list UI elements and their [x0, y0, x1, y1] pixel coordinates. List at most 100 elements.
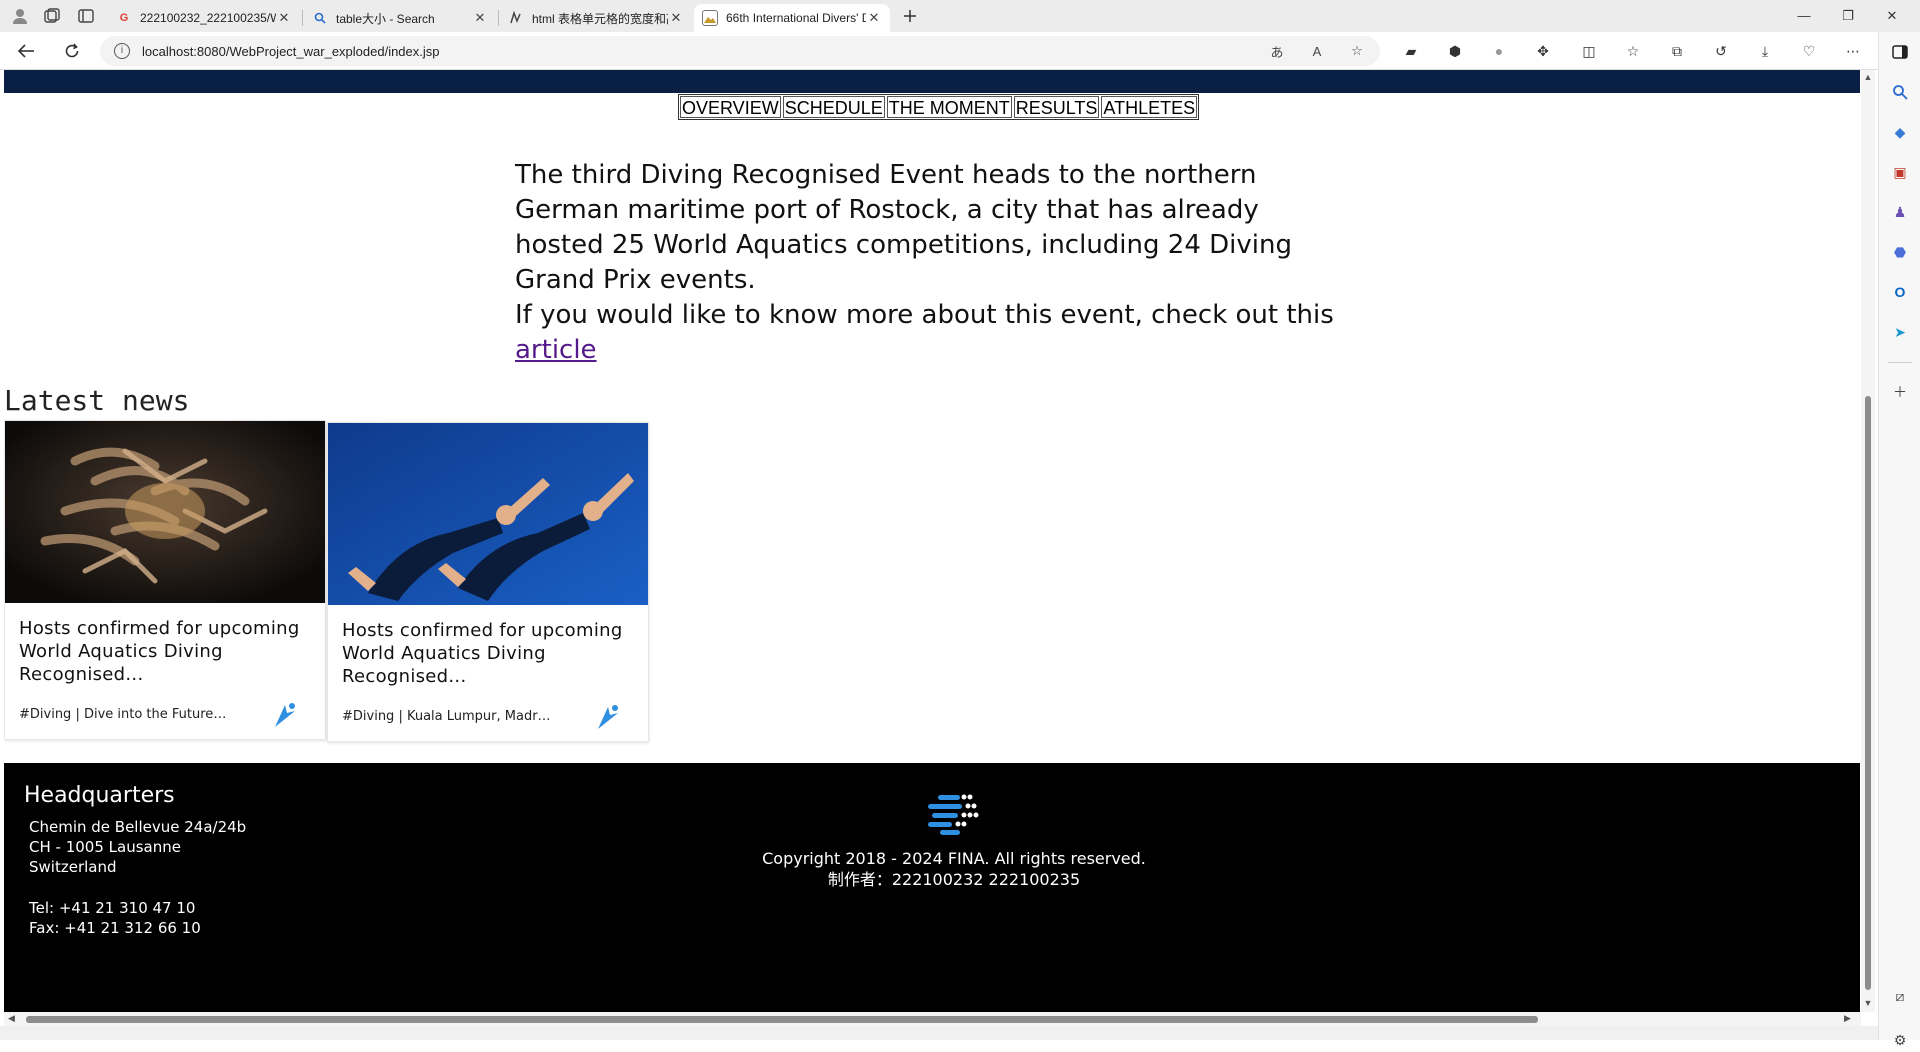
fax: Fax: +41 21 312 66 10: [29, 919, 201, 937]
synchronized-divers-photo: [328, 423, 648, 605]
performance-icon[interactable]: ♡: [1798, 40, 1820, 62]
news-headline[interactable]: Hosts confirmed for upcoming World Aquat…: [19, 617, 315, 686]
page-icon: [702, 10, 718, 26]
settings-gear-icon[interactable]: ⚙: [1888, 1028, 1912, 1052]
news-headline[interactable]: Hosts confirmed for upcoming World Aquat…: [342, 619, 638, 688]
restore-icon[interactable]: ❐: [1826, 4, 1870, 28]
extension-shield-icon[interactable]: ⬢: [1444, 40, 1466, 62]
copilot-icon[interactable]: ⬣: [1888, 240, 1912, 264]
close-tab-icon[interactable]: ✕: [276, 10, 292, 26]
intro-more: If you would like to know more about thi…: [515, 298, 1345, 368]
nav-schedule[interactable]: SCHEDULE: [782, 96, 885, 118]
games-icon[interactable]: ♟: [1888, 200, 1912, 224]
extension-circle-icon[interactable]: ●: [1488, 40, 1510, 62]
url-text: localhost:8080/WebProject_war_exploded/i…: [142, 43, 440, 59]
tab-title: html 表格单元格的宽度和高度的: [532, 11, 668, 26]
tab-title: table大小 - Search: [336, 11, 435, 26]
headquarters-address: Chemin de Bellevue 24a/24b CH - 1005 Lau…: [29, 817, 246, 877]
tab-2[interactable]: table大小 - Search ✕: [304, 4, 496, 32]
tab-4-active[interactable]: 66th International Divers' Day Ro ✕: [694, 4, 890, 32]
more-menu-icon[interactable]: ⋯: [1842, 40, 1864, 62]
nav-overview[interactable]: OVERVIEW: [680, 96, 781, 118]
split-screen-icon[interactable]: ◫: [1578, 40, 1600, 62]
shopping-tag-icon[interactable]: ◆: [1888, 120, 1912, 144]
headquarters-title: Headquarters: [24, 783, 175, 808]
header-band: [4, 70, 1860, 93]
copyright-block: Copyright 2018 - 2024 FINA. All rights r…: [694, 848, 1214, 890]
section-nav-table: OVERVIEW SCHEDULE THE MOMENT RESULTS ATH…: [678, 94, 1200, 120]
nav-the-moment[interactable]: THE MOMENT: [886, 96, 1012, 118]
tab-1[interactable]: G 222100232_222100235/WebProj ✕: [108, 4, 300, 32]
collections-icon[interactable]: ⧉: [1666, 40, 1688, 62]
scroll-down-icon[interactable]: ▼: [1863, 998, 1873, 1008]
refresh-icon[interactable]: [58, 38, 86, 64]
page-viewport: OVERVIEW SCHEDULE THE MOMENT RESULTS ATH…: [4, 70, 1860, 1012]
search-icon: [312, 10, 328, 26]
intro-more-text: If you would like to know more about thi…: [515, 300, 1334, 330]
sidebar-toggle-icon[interactable]: [1888, 40, 1912, 64]
web-icon: [508, 10, 524, 26]
tab-3[interactable]: html 表格单元格的宽度和高度的 ✕: [500, 4, 692, 32]
new-tab-icon[interactable]: [898, 5, 922, 27]
downloads-icon[interactable]: ⤓: [1754, 40, 1776, 62]
authors-text: 制作者：222100232 222100235: [827, 870, 1081, 889]
site-info-icon[interactable]: i: [114, 43, 130, 59]
tab-title: 66th International Divers' Day Ro: [726, 11, 866, 25]
contact-info: Tel: +41 21 310 47 10 Fax: +41 21 312 66…: [29, 898, 201, 938]
news-tags: #Diving | Dive into the Future: ...: [19, 707, 229, 722]
event-intro: The third Diving Recognised Event heads …: [515, 158, 1345, 368]
site-footer: Headquarters Chemin de Bellevue 24a/24b …: [4, 763, 1860, 1012]
profile-icon[interactable]: [8, 5, 32, 27]
screen-capture-icon[interactable]: ⧄: [1888, 984, 1912, 1008]
close-tab-icon[interactable]: ✕: [668, 10, 684, 26]
nav-athletes[interactable]: ATHLETES: [1101, 96, 1198, 118]
world-aquatics-logo-icon: [592, 701, 622, 731]
back-icon[interactable]: [12, 38, 40, 64]
browser-tab-bar: G 222100232_222100235/WebProj ✕ table大小 …: [0, 0, 1920, 32]
fina-logo-icon: [926, 791, 980, 835]
horizontal-scrollbar[interactable]: ◀ ▶: [4, 1012, 1861, 1026]
window-bottom-edge: [0, 1026, 1878, 1040]
minimize-icon[interactable]: —: [1782, 4, 1826, 28]
url-field[interactable]: i localhost:8080/WebProject_war_exploded…: [100, 36, 1380, 66]
extensions-puzzle-icon[interactable]: ✥: [1532, 40, 1554, 62]
close-tab-icon[interactable]: ✕: [866, 10, 882, 26]
vertical-scroll-thumb[interactable]: [1865, 396, 1871, 990]
news-card[interactable]: Hosts confirmed for upcoming World Aquat…: [4, 420, 326, 740]
vertical-scrollbar[interactable]: ▲ ▼: [1861, 70, 1875, 1012]
scroll-up-icon[interactable]: ▲: [1863, 72, 1873, 82]
google-g-icon: G: [119, 12, 129, 24]
favorites-icon[interactable]: ☆: [1622, 40, 1644, 62]
extension-panel-icon[interactable]: ▰: [1400, 40, 1422, 62]
horizontal-scroll-thumb[interactable]: [26, 1016, 1538, 1023]
add-sidebar-app-icon[interactable]: ＋: [1888, 380, 1912, 404]
address-line: CH - 1005 Lausanne: [29, 838, 181, 856]
history-icon[interactable]: ↺: [1710, 40, 1732, 62]
intro-paragraph: The third Diving Recognised Event heads …: [515, 160, 1292, 295]
send-icon[interactable]: ➤: [1888, 320, 1912, 344]
favorite-star-icon[interactable]: ☆: [1346, 40, 1368, 62]
outlook-icon[interactable]: O: [1888, 280, 1912, 304]
address-line: Chemin de Bellevue 24a/24b: [29, 818, 247, 836]
tab-separator: [302, 10, 303, 26]
news-tags: #Diving | Kuala Lumpur, Madri...: [342, 709, 552, 724]
copyright-text: Copyright 2018 - 2024 FINA. All rights r…: [762, 849, 1146, 868]
nav-results[interactable]: RESULTS: [1013, 96, 1100, 118]
workspaces-icon[interactable]: [40, 5, 64, 27]
tools-briefcase-icon[interactable]: ▣: [1888, 160, 1912, 184]
address-bar-row: i localhost:8080/WebProject_war_exploded…: [0, 32, 1920, 70]
scroll-left-icon[interactable]: ◀: [8, 1013, 15, 1024]
diver-multi-exposure-photo: [5, 421, 325, 603]
close-tab-icon[interactable]: ✕: [472, 10, 488, 26]
article-link[interactable]: article: [515, 335, 597, 365]
read-aloud-icon[interactable]: A: [1306, 40, 1328, 62]
search-icon[interactable]: [1888, 80, 1912, 104]
translate-icon[interactable]: あ: [1266, 40, 1288, 62]
edge-sidebar: ◆ ▣ ♟ ⬣ O ➤ ＋ ⧄ ⚙: [1878, 32, 1920, 1048]
tab-actions-icon[interactable]: [74, 5, 98, 27]
sidebar-divider: [1888, 362, 1912, 363]
telephone: Tel: +41 21 310 47 10: [29, 899, 196, 917]
news-card[interactable]: Hosts confirmed for upcoming World Aquat…: [327, 422, 649, 742]
close-window-icon[interactable]: ✕: [1870, 4, 1914, 28]
scroll-right-icon[interactable]: ▶: [1844, 1013, 1851, 1024]
